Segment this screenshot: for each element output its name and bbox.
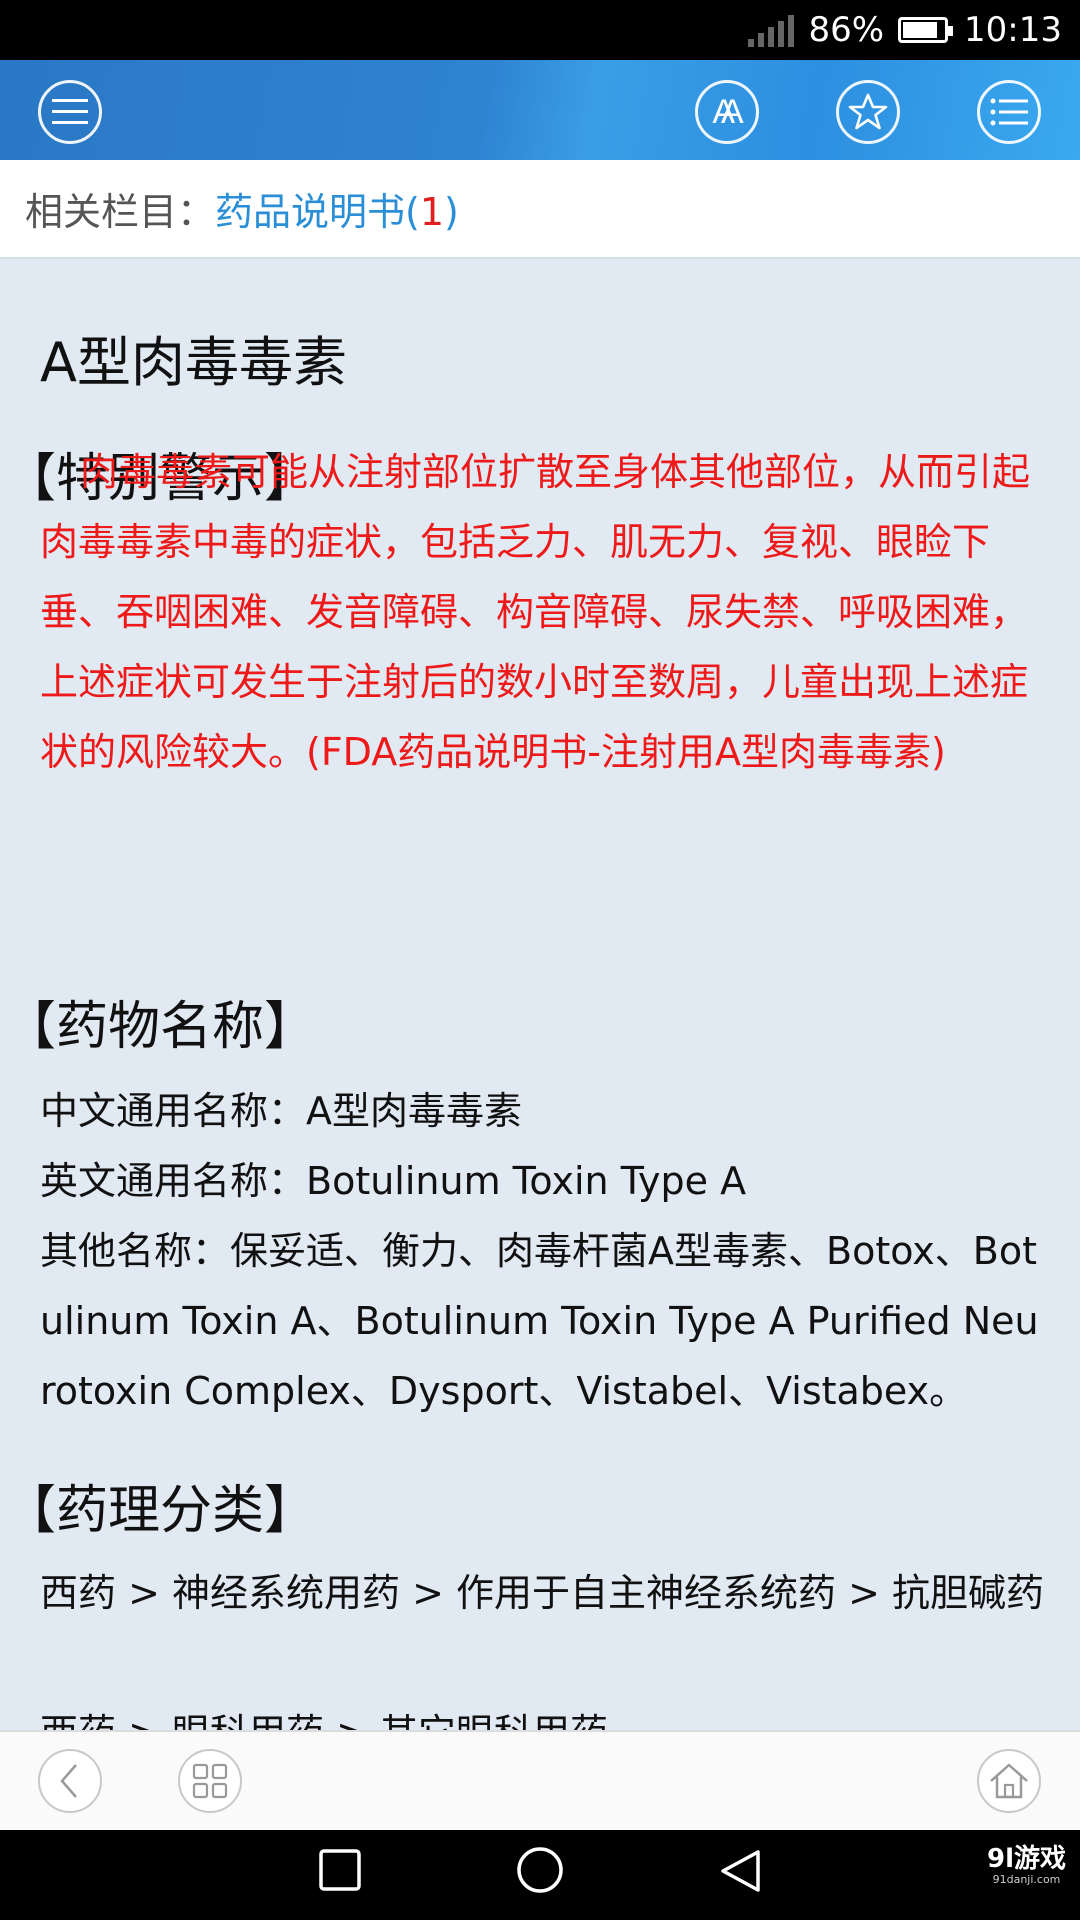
battery-percent: 86%: [808, 10, 885, 50]
signal-icon: [748, 13, 795, 47]
related-link[interactable]: 药品说明书(1): [215, 181, 459, 236]
article-title: A型肉毒毒素: [40, 331, 347, 394]
home-icon: [990, 1763, 1028, 1799]
triangle-back-icon: [721, 1850, 760, 1892]
back-nav-button[interactable]: [718, 1848, 762, 1898]
menu-button[interactable]: [38, 80, 102, 144]
star-icon: [848, 93, 888, 130]
square-icon: [319, 1849, 361, 1891]
home-button[interactable]: [977, 1749, 1041, 1813]
article-content: A型肉毒毒素 【特别警示】 肉毒毒素可能从注射部位扩散至身体其他部位，从而引起肉…: [0, 260, 1080, 1730]
favorite-button[interactable]: [836, 80, 900, 144]
warning-paragraph: 肉毒毒素可能从注射部位扩散至身体其他部位，从而引起肉毒毒素中毒的症状，包括乏力、…: [40, 450, 1031, 774]
back-button[interactable]: [38, 1749, 102, 1813]
clock: 10:13: [964, 10, 1062, 50]
related-count: 1: [419, 190, 445, 234]
bottom-bar: [0, 1730, 1080, 1830]
related-column-row: 相关栏目： 药品说明书(1): [0, 160, 1080, 259]
status-bar: 86% 10:13: [0, 0, 1080, 60]
menu-icon: [52, 99, 88, 124]
grid-button[interactable]: [178, 1749, 242, 1813]
name-line-chinese: 中文通用名称：A型肉毒毒素: [40, 1089, 522, 1133]
chevron-left-icon: [60, 1764, 77, 1798]
list-icon: [990, 98, 1028, 126]
font-size-button[interactable]: AA: [695, 80, 759, 144]
app-toolbar: AA: [0, 60, 1080, 160]
watermark-logo: 9l游戏 91danji.com: [986, 1844, 1066, 1886]
section-heading-name: 【药物名称】: [4, 997, 317, 1057]
battery-icon: [898, 17, 954, 43]
list-button[interactable]: [977, 80, 1041, 144]
system-nav-bar: [0, 1830, 1080, 1920]
name-line-english: 英文通用名称：Botulinum Toxin Type A: [40, 1159, 747, 1203]
class-line-1: 西药 > 神经系统用药 > 作用于自主神经系统药 > 抗胆碱药: [40, 1571, 1044, 1615]
class-line-2: 西药 > 眼科用药 > 其它眼科用药: [40, 1698, 1050, 1730]
font-size-icon: AA: [712, 92, 744, 131]
grid-icon: [192, 1763, 228, 1799]
circle-icon: [517, 1847, 563, 1893]
section-heading-class: 【药理分类】: [4, 1481, 317, 1541]
recent-apps-button[interactable]: [318, 1848, 362, 1896]
home-nav-button[interactable]: [516, 1846, 564, 1898]
name-line-other: 其他名称：保妥适、衡力、肉毒杆菌A型毒素、Botox、Botulinum Tox…: [40, 1229, 1039, 1413]
related-label: 相关栏目：: [25, 190, 216, 234]
